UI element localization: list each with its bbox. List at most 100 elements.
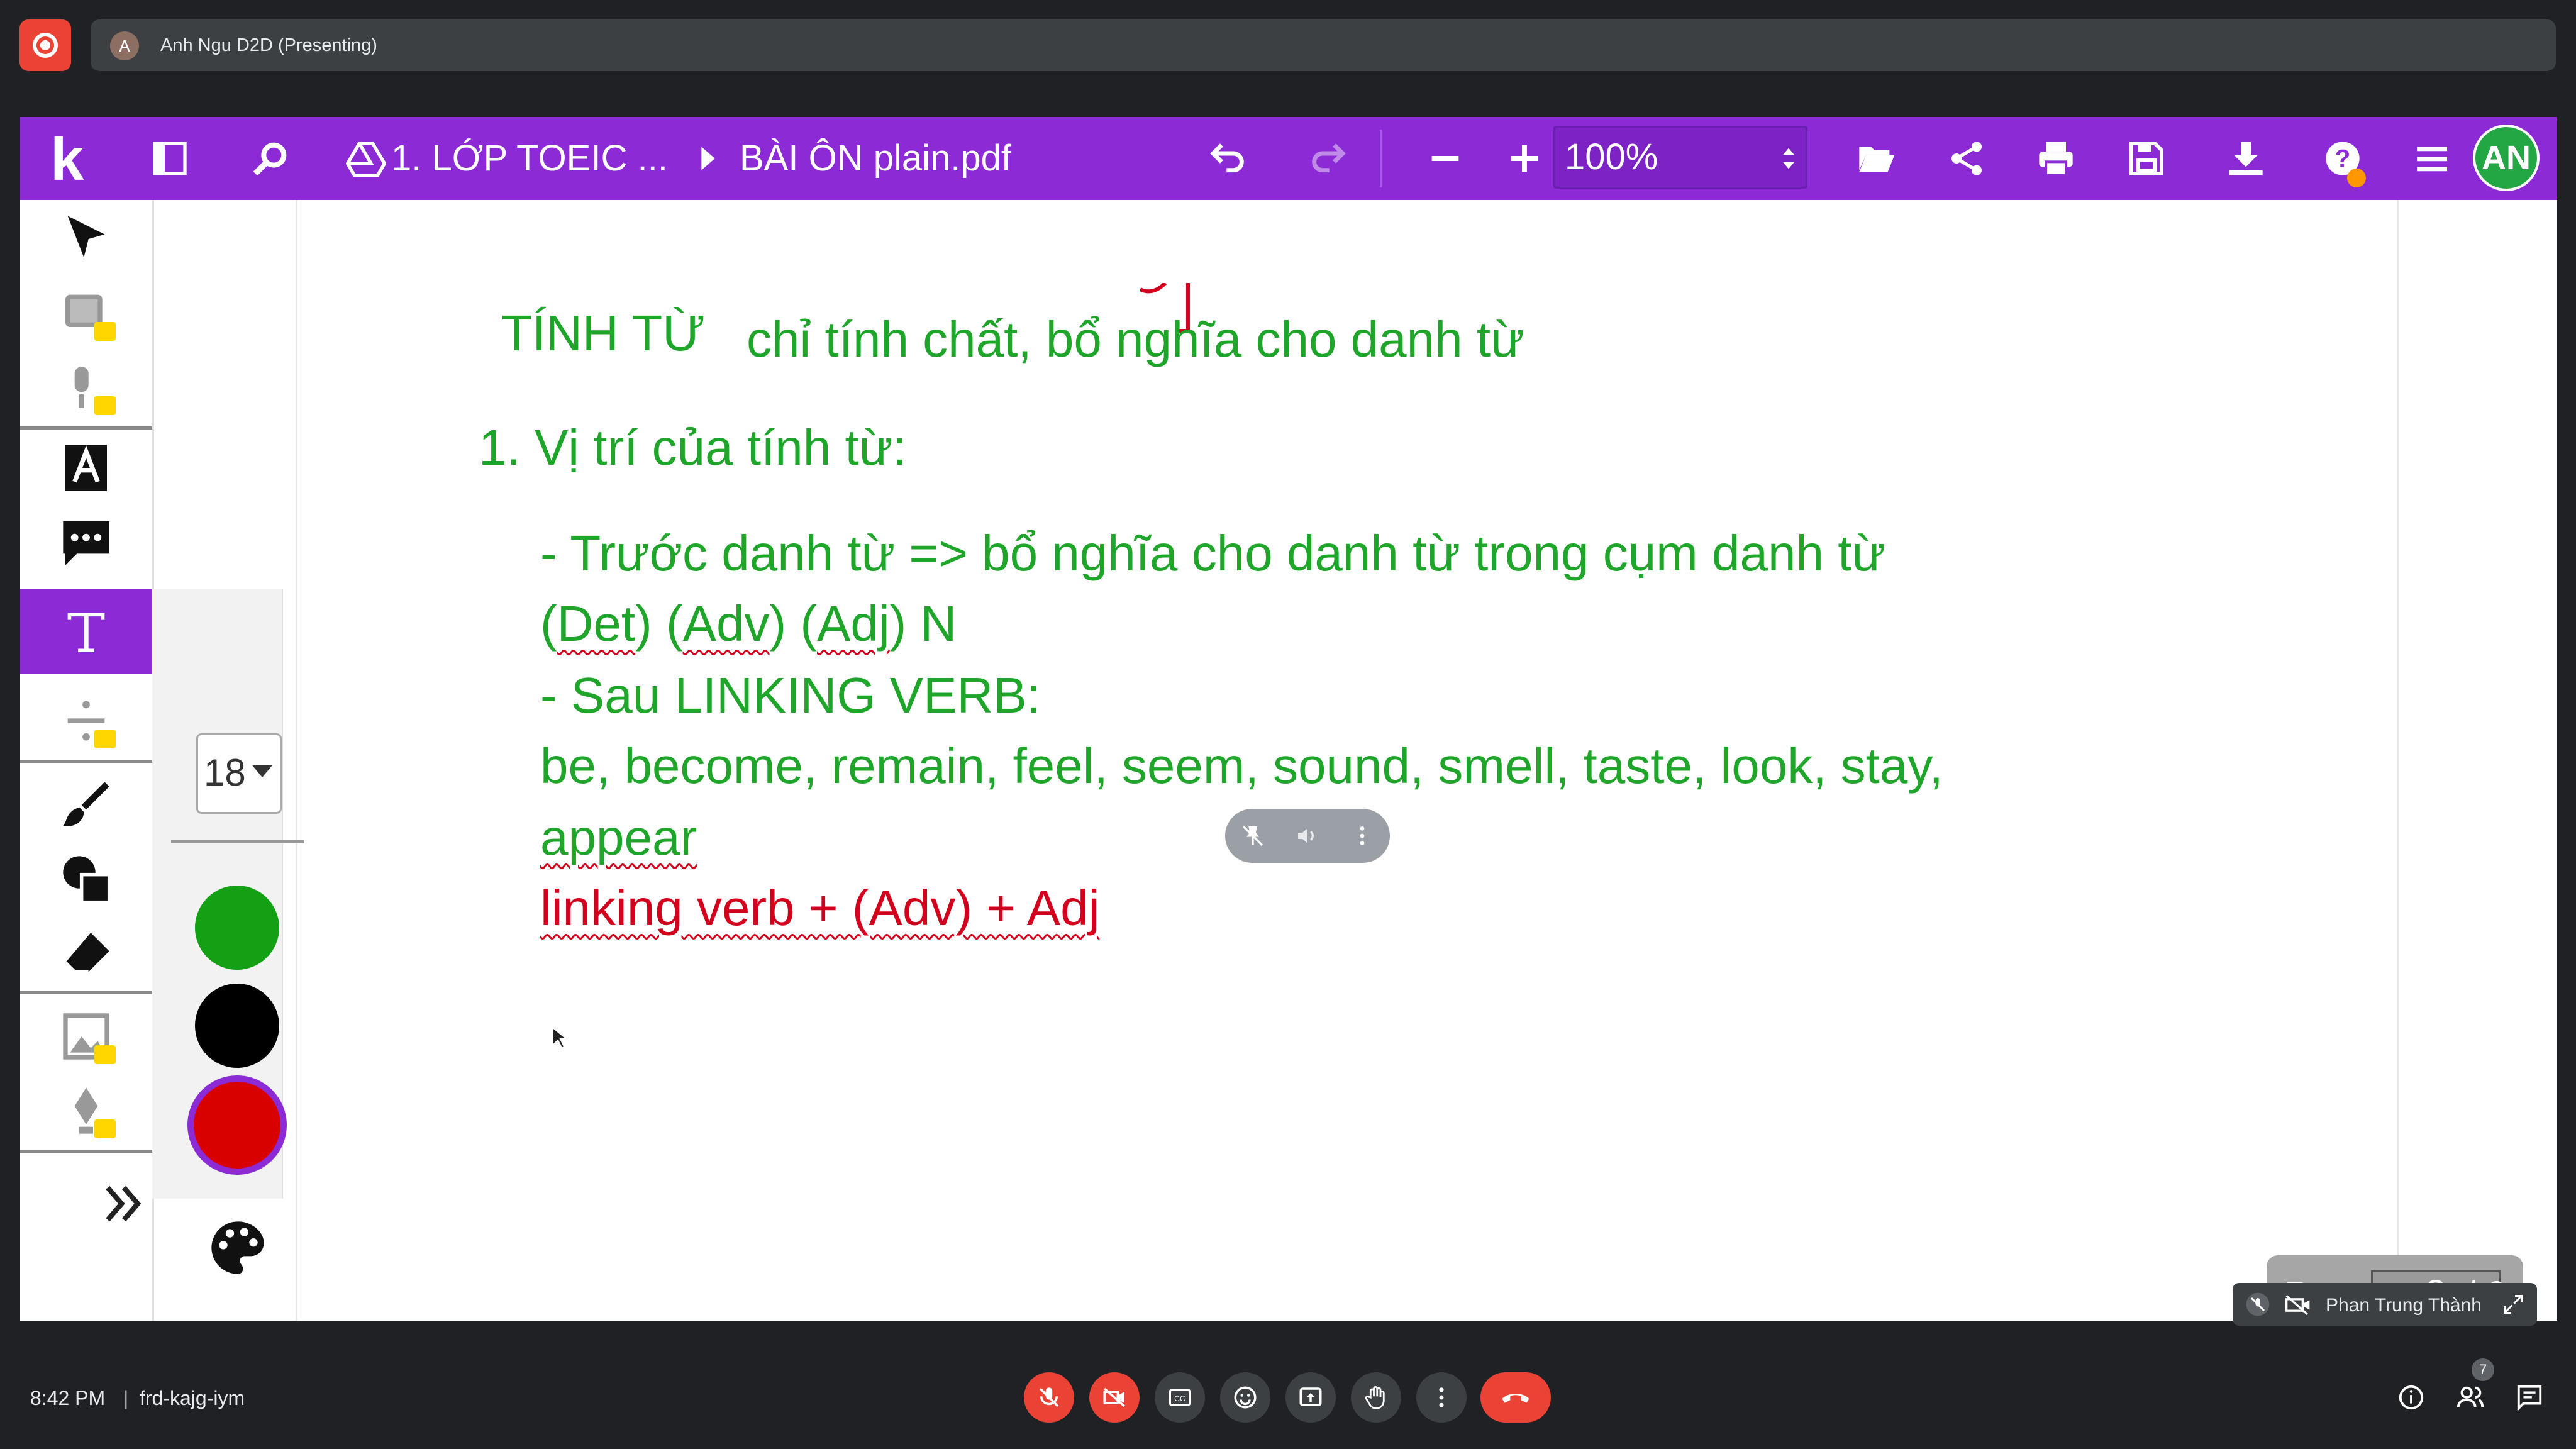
- kami-logo[interactable]: k: [50, 130, 84, 190]
- font-size-value: 18: [204, 752, 246, 794]
- mic-off-icon: [1039, 1387, 1059, 1407]
- chevron-right-icon: [684, 135, 732, 182]
- menu-icon[interactable]: [2404, 135, 2460, 182]
- share-icon[interactable]: [1938, 135, 1995, 182]
- media-controls: [1225, 809, 1390, 863]
- leave-call-button[interactable]: [1480, 1372, 1551, 1423]
- breadcrumb-folder[interactable]: 1. LỚP TOEIC ...: [391, 132, 668, 185]
- shared-screen: k 1. LỚP TOEIC ... BÀI ÔN plain.pdf 100%: [20, 117, 2557, 1321]
- updown-arrows-icon: [1775, 135, 1802, 182]
- hang-up-icon: [1502, 1394, 1530, 1403]
- image-tool-icon[interactable]: [20, 1001, 152, 1072]
- time-separator: |: [123, 1387, 129, 1409]
- sidebar-toggle-icon[interactable]: [146, 135, 194, 182]
- shapes-tool-icon[interactable]: [20, 844, 152, 914]
- presenting-bar: [91, 19, 2556, 71]
- camera-toggle-button[interactable]: [1089, 1372, 1140, 1423]
- raise-hand-icon: [1365, 1386, 1385, 1409]
- doc-line-6: linking verb + (Adv) + Adj: [540, 880, 1100, 936]
- heading-tinh-tu: TÍNH TỪ: [501, 305, 706, 361]
- meeting-info-icon[interactable]: [2394, 1380, 2429, 1415]
- redo-icon[interactable]: [1299, 135, 1356, 182]
- tool-divider: [20, 991, 152, 994]
- user-avatar[interactable]: AN: [2473, 125, 2540, 191]
- brush-tool-icon[interactable]: [20, 770, 152, 840]
- more-options-button[interactable]: [1416, 1372, 1467, 1423]
- palette-icon[interactable]: [206, 1216, 269, 1279]
- doc-line-4: be, become, remain, feel, seem, sound, s…: [540, 738, 1943, 794]
- present-screen-icon: [1299, 1387, 1322, 1406]
- participant-name: Phan Trung Thành: [2326, 1295, 2482, 1316]
- doc-line-1: - Trước danh từ => bổ nghĩa cho danh từ …: [540, 525, 1886, 581]
- present-button[interactable]: [1285, 1372, 1336, 1423]
- text-highlight-tool-icon[interactable]: [20, 433, 152, 503]
- search-icon[interactable]: [247, 135, 294, 182]
- presenting-title: Anh Ngu D2D (Presenting): [160, 35, 377, 55]
- unpin-icon[interactable]: [1240, 823, 1265, 848]
- dropdown-arrow-icon: [252, 765, 273, 777]
- tool-divider: [20, 760, 152, 763]
- meeting-time: 8:42 PM: [30, 1387, 106, 1409]
- emoji-icon: [1234, 1386, 1257, 1409]
- drive-icon[interactable]: [342, 135, 390, 182]
- doc-line-5: appear: [540, 809, 697, 865]
- color-swatch-green[interactable]: [195, 886, 279, 970]
- notification-dot: [2347, 169, 2366, 187]
- download-icon[interactable]: [2218, 135, 2274, 182]
- undo-icon[interactable]: [1200, 135, 1257, 182]
- meeting-code: frd-kajg-iym: [140, 1387, 245, 1409]
- tool-column: [20, 200, 154, 1321]
- participants-count-badge: 7: [2472, 1358, 2494, 1381]
- more-vert-icon: [1439, 1387, 1444, 1407]
- lock-icon: [94, 396, 116, 415]
- mic-off-icon: [2246, 1292, 2270, 1316]
- toolbar-divider: [1380, 130, 1382, 187]
- lock-icon: [94, 322, 116, 341]
- tool-divider: [20, 1150, 152, 1153]
- doc-line-3: - Sau LINKING VERB:: [540, 667, 1041, 723]
- equation-tool-icon[interactable]: [20, 686, 152, 756]
- people-icon[interactable]: [2453, 1380, 2488, 1415]
- dictionary-tool-icon[interactable]: [20, 278, 152, 348]
- voice-comment-tool-icon[interactable]: [20, 352, 152, 423]
- chat-icon[interactable]: [2512, 1380, 2547, 1415]
- section-title: 1. Vị trí của tính từ:: [479, 419, 907, 475]
- save-icon[interactable]: [2118, 135, 2175, 182]
- palette-divider: [171, 840, 304, 843]
- open-folder-icon[interactable]: [1848, 135, 1904, 182]
- color-swatch-black[interactable]: [195, 984, 279, 1068]
- lock-icon: [94, 730, 116, 748]
- more-options-icon[interactable]: [1350, 823, 1375, 848]
- color-swatch-red[interactable]: [187, 1075, 287, 1175]
- zoom-out-icon[interactable]: [1421, 135, 1469, 182]
- doc-line-2: (Det) (Adv) (Adj) N: [540, 596, 957, 652]
- zoom-in-icon[interactable]: [1501, 135, 1548, 182]
- presenter-avatar: A: [110, 31, 139, 60]
- recording-icon[interactable]: [19, 19, 71, 71]
- svg-text:CC: CC: [1174, 1394, 1185, 1403]
- mouse-cursor-icon: [552, 1026, 567, 1049]
- heading-definition: chỉ tính chất, bổ nghĩa cho danh từ: [747, 311, 1524, 367]
- kami-toolbar: k 1. LỚP TOEIC ... BÀI ÔN plain.pdf 100%: [20, 117, 2557, 200]
- svg-text:?: ?: [2335, 145, 2350, 172]
- captions-icon: CC: [1169, 1389, 1191, 1406]
- captions-button[interactable]: CC: [1155, 1372, 1205, 1423]
- zoom-value: 100%: [1565, 136, 1658, 177]
- breadcrumb-file[interactable]: BÀI ÔN plain.pdf: [740, 132, 1011, 185]
- reactions-button[interactable]: [1220, 1372, 1270, 1423]
- print-icon[interactable]: [2028, 135, 2084, 182]
- mic-toggle-button[interactable]: [1024, 1372, 1074, 1423]
- expand-icon[interactable]: [2502, 1293, 2524, 1316]
- lock-icon: [94, 1045, 116, 1064]
- comment-tool-icon[interactable]: [20, 507, 152, 577]
- volume-icon[interactable]: [1295, 823, 1320, 848]
- text-tool-icon[interactable]: [20, 589, 152, 674]
- signature-tool-icon[interactable]: [20, 1075, 152, 1146]
- lock-icon: [94, 1119, 116, 1138]
- camera-off-icon: [2285, 1295, 2310, 1315]
- raise-hand-button[interactable]: [1351, 1372, 1401, 1423]
- select-tool-icon[interactable]: [20, 204, 152, 274]
- tool-divider: [20, 426, 152, 430]
- document-page[interactable]: TÍNH TỪ chỉ tính chất, bổ nghĩa cho danh…: [296, 200, 2399, 1321]
- eraser-tool-icon[interactable]: [20, 918, 152, 989]
